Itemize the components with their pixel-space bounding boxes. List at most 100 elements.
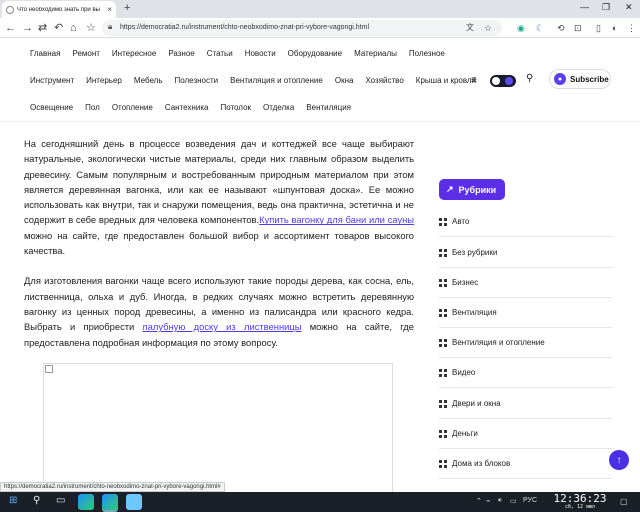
- maximize-icon[interactable]: ❐: [602, 2, 610, 13]
- category-item[interactable]: Бизнес: [439, 268, 612, 298]
- clock[interactable]: 12:36:23 сб, 12 июл: [550, 493, 610, 511]
- close-window-icon[interactable]: ✕: [625, 2, 633, 13]
- sidebar-icon[interactable]: ▯: [596, 21, 601, 35]
- volume-icon[interactable]: 🔉︎: [498, 497, 502, 505]
- nav-item[interactable]: Пол: [85, 103, 100, 112]
- grid-icon: [439, 459, 447, 468]
- category-item[interactable]: Видео: [439, 358, 612, 388]
- rubrics-button[interactable]: ↗ Рубрики: [439, 179, 505, 200]
- nav-item[interactable]: Инструмент: [30, 76, 74, 85]
- category-label: Авто: [452, 217, 470, 226]
- nav-item[interactable]: Полезное: [409, 49, 445, 58]
- nav-item[interactable]: Хозяйство: [365, 76, 403, 85]
- nav-item[interactable]: Ремонт: [72, 49, 99, 58]
- browser-toolbar: ← → ⇄ ↶ ⌂ ☆ 🔒︎ https://democratia2.ru/in…: [0, 18, 640, 38]
- address-url[interactable]: https://democratia2.ru/instrument/chto-n…: [120, 24, 369, 31]
- arrow-up-icon: ↑: [616, 454, 622, 466]
- minimize-icon[interactable]: —: [580, 2, 589, 12]
- screenshot-icon[interactable]: ⊡: [574, 21, 582, 35]
- category-label: Двери и окна: [452, 399, 501, 408]
- nav-item[interactable]: Потолок: [220, 103, 251, 112]
- subscribe-button[interactable]: ● Subscribe: [549, 69, 611, 89]
- nav-row-1: Главная Ремонт Интересное Разное Статьи …: [30, 49, 457, 58]
- paragraph-text: можно на сайте, где предоставлен большой…: [24, 229, 414, 257]
- battery-icon[interactable]: ▭: [510, 497, 517, 505]
- edge-browser-icon[interactable]: [78, 494, 94, 510]
- tab-close-icon[interactable]: ×: [107, 5, 112, 14]
- windows-start-icon[interactable]: ⊞: [9, 495, 17, 506]
- app-icon[interactable]: [126, 494, 142, 510]
- nav-item[interactable]: Главная: [30, 49, 60, 58]
- article-link[interactable]: палубную доску из лиственницы: [143, 321, 302, 332]
- taskbar-search-icon[interactable]: ⚲: [33, 495, 40, 506]
- nav-item[interactable]: Вентиляция: [306, 103, 351, 112]
- undo-icon[interactable]: ↶: [54, 21, 63, 35]
- status-url: https://democratia2.ru/instrument/chto-n…: [0, 482, 225, 492]
- scroll-to-top-button[interactable]: ↑: [609, 450, 629, 470]
- new-tab-button[interactable]: +: [124, 2, 130, 14]
- grid-icon: [439, 338, 447, 347]
- nav-item[interactable]: Сантехника: [165, 103, 209, 112]
- category-label: Вентиляция: [452, 308, 497, 317]
- nav-item[interactable]: Материалы: [354, 49, 397, 58]
- edge-active-icon[interactable]: [102, 494, 118, 510]
- category-item[interactable]: Деньги: [439, 419, 612, 449]
- taskbar: ⊞ ⚲ ▭ ⌃ ⌁ 🔉︎ ▭ РУС 12:36:23 сб, 12 июл ▢: [0, 492, 640, 512]
- nav-item[interactable]: Освещение: [30, 103, 73, 112]
- category-label: Дома из блоков: [452, 459, 511, 468]
- nav-item[interactable]: Вентиляция и отопление: [230, 76, 323, 85]
- translate-icon[interactable]: 文: [466, 21, 474, 35]
- moon-icon[interactable]: ☾: [536, 21, 544, 35]
- shuffle-icon[interactable]: ⇄: [38, 21, 47, 35]
- network-icon[interactable]: ⌁: [486, 497, 490, 505]
- category-item[interactable]: Вентиляция и отопление: [439, 328, 612, 358]
- task-view-icon[interactable]: ▭: [56, 495, 65, 506]
- article-link[interactable]: Купить вагонку для бани или сауны: [259, 214, 414, 225]
- broken-image-icon: [45, 365, 53, 373]
- paragraph-text: На сегодняшний день в процессе возведени…: [24, 138, 414, 226]
- extension-icon[interactable]: ◉: [517, 21, 525, 35]
- notification-icon[interactable]: ▢: [620, 497, 628, 506]
- article-image: [43, 363, 393, 493]
- nav-item[interactable]: Отделка: [263, 103, 294, 112]
- rubrics-label: Рубрики: [458, 184, 497, 195]
- nav-item[interactable]: Интересное: [112, 49, 156, 58]
- category-item[interactable]: Авто: [439, 207, 612, 237]
- star-icon[interactable]: ☆: [484, 21, 492, 35]
- browser-tab[interactable]: Что необходимо знать при вы ×: [2, 1, 116, 18]
- tab-title: Что необходимо знать при вы: [17, 6, 100, 13]
- tray-chevron-icon[interactable]: ⌃: [476, 497, 482, 505]
- category-item[interactable]: Двери и окна: [439, 389, 612, 419]
- back-icon[interactable]: ←: [5, 21, 16, 35]
- nav-item[interactable]: Разное: [168, 49, 194, 58]
- grid-icon: [439, 399, 447, 408]
- nav-item[interactable]: Новости: [245, 49, 276, 58]
- theme-toggle[interactable]: [490, 75, 516, 87]
- nav-item[interactable]: Статьи: [207, 49, 233, 58]
- nav-item[interactable]: Отопление: [112, 103, 153, 112]
- nav-item[interactable]: Полезности: [174, 76, 218, 85]
- category-item[interactable]: Без рубрики: [439, 238, 612, 268]
- home-icon[interactable]: ⌂: [70, 21, 77, 35]
- menu-icon[interactable]: ⋮: [627, 21, 636, 35]
- lock-icon: 🔒︎: [108, 22, 113, 31]
- forward-icon[interactable]: →: [22, 21, 33, 35]
- bookmark-star-icon[interactable]: ☆: [86, 21, 96, 35]
- category-item[interactable]: Дома из блоков: [439, 449, 612, 479]
- grid-icon: [439, 308, 447, 317]
- nav-item[interactable]: Мебель: [134, 76, 163, 85]
- category-item[interactable]: Вентиляция: [439, 298, 612, 328]
- nav-item[interactable]: Окна: [335, 76, 354, 85]
- address-bar[interactable]: 🔒︎ https://democratia2.ru/instrument/cht…: [102, 20, 502, 36]
- share-icon[interactable]: ⟲: [557, 21, 565, 35]
- search-icon[interactable]: ⚲: [526, 73, 533, 84]
- nav-item[interactable]: Крыша и кровля: [416, 76, 476, 85]
- arrow-up-right-icon: ↗: [446, 184, 454, 194]
- category-label: Бизнес: [452, 278, 479, 287]
- language-indicator[interactable]: РУС: [523, 497, 537, 504]
- nav-item[interactable]: Интерьер: [86, 76, 122, 85]
- nav-item[interactable]: Оборудование: [288, 49, 342, 58]
- profile-icon[interactable]: ◐: [612, 21, 617, 35]
- hamburger-menu-icon[interactable]: ≡: [471, 75, 477, 86]
- nav-row-2: Инструмент Интерьер Мебель Полезности Ве…: [30, 76, 488, 85]
